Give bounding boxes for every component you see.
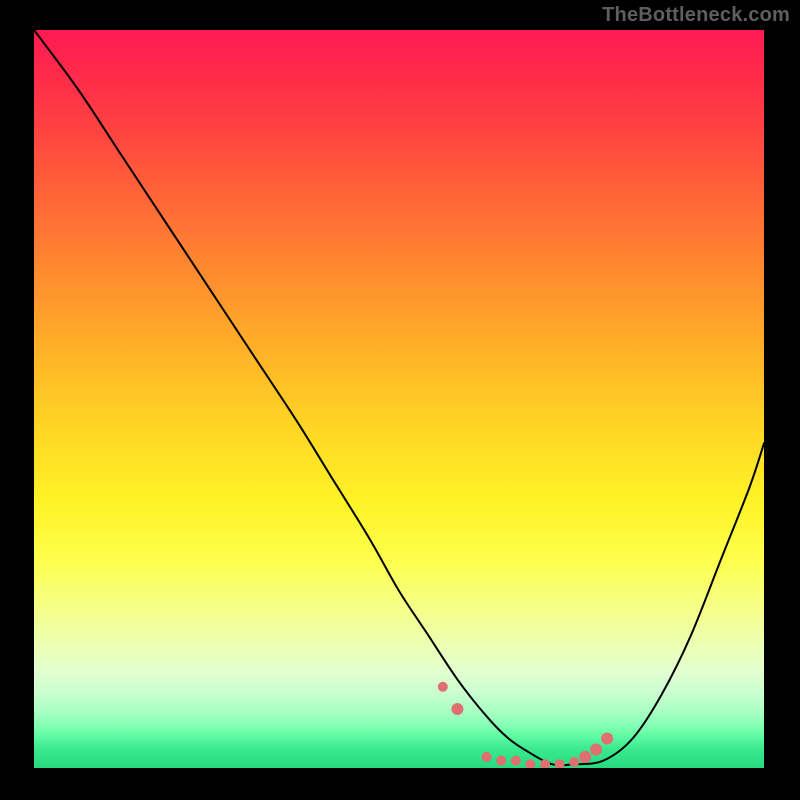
watermark-text: TheBottleneck.com — [602, 4, 790, 27]
chart-plot-area — [34, 30, 764, 768]
chart-frame: TheBottleneck.com — [0, 0, 800, 800]
